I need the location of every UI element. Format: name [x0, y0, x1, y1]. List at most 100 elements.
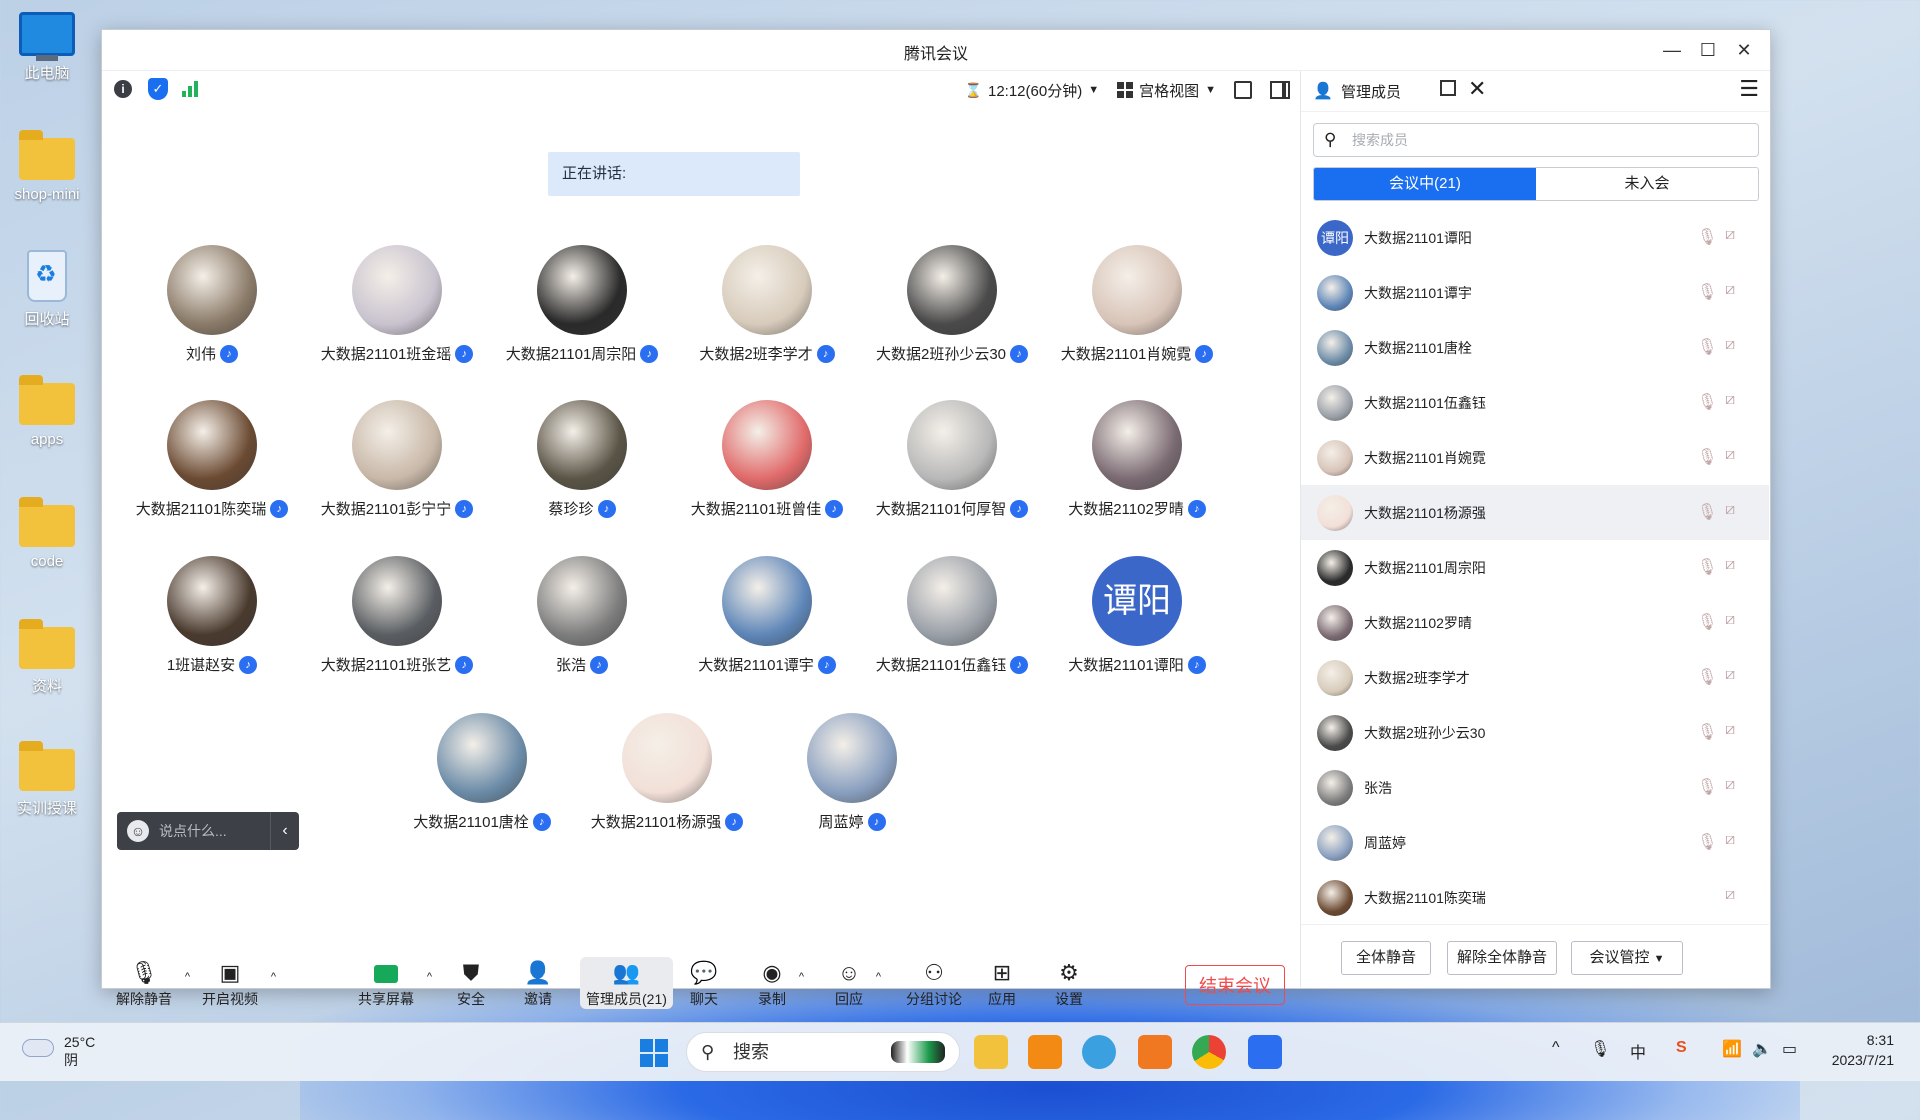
mic-muted-icon[interactable]: 🎙 [1697, 667, 1717, 687]
security-button[interactable]: ⛊ 安全 [457, 957, 485, 1009]
manage-members-button[interactable]: 👥 管理成员(21) [580, 957, 673, 1009]
participant-tile[interactable]: 大数据21101杨源强 ♪ [577, 713, 757, 832]
participant-tile[interactable]: 大数据21101彭宁宁 ♪ [307, 400, 487, 519]
mic-muted-icon[interactable]: 🎙 [1697, 227, 1717, 247]
participant-tile[interactable]: 张浩 ♪ [492, 556, 672, 675]
settings-button[interactable]: ⚙ 设置 [1055, 957, 1083, 1009]
title-bar[interactable]: 腾讯会议 — ☐ ✕ [102, 30, 1770, 71]
mic-muted-icon[interactable]: 🎙 [1697, 337, 1717, 357]
participant-tile[interactable]: 大数据21102罗晴 ♪ [1047, 400, 1227, 519]
signal-icon[interactable] [182, 81, 200, 97]
breakout-button[interactable]: ⚇ 分组讨论 [906, 957, 962, 1009]
participant-tile[interactable]: 大数据21101班金瑶 ♪ [307, 245, 487, 364]
desktop-icon-recycle-bin[interactable]: 回收站 [8, 250, 86, 329]
meeting-timer[interactable]: ⌛ 12:12(60分钟) ▼ [965, 80, 1100, 101]
info-icon[interactable]: i [114, 80, 132, 98]
desktop-icon-shop-mini[interactable]: shop-mini [8, 130, 86, 203]
emoji-icon[interactable]: ☺ [127, 820, 149, 842]
participant-tile[interactable]: 大数据21101何厚智 ♪ [862, 400, 1042, 519]
participant-tile[interactable]: 大数据21101肖婉霓 ♪ [1047, 245, 1227, 364]
end-meeting-button[interactable]: 结束会议 [1185, 965, 1285, 1005]
participant-tile[interactable]: 大数据2班李学才 ♪ [677, 245, 857, 364]
camera-off-icon[interactable]: ⧄ [1725, 776, 1735, 794]
participant-tile[interactable]: 大数据21101谭宇 ♪ [677, 556, 857, 675]
tab-in-meeting[interactable]: 会议中(21) [1314, 168, 1536, 200]
participant-tile[interactable]: 大数据21101伍鑫钰 ♪ [862, 556, 1042, 675]
member-row[interactable]: 大数据21101肖婉霓 🎙 ⧄ [1301, 430, 1769, 485]
desktop-icon-apps[interactable]: apps [8, 375, 86, 448]
camera-off-icon[interactable]: ⧄ [1725, 831, 1735, 849]
member-row[interactable]: 大数据21102罗晴 🎙 ⧄ [1301, 595, 1769, 650]
camera-off-icon[interactable]: ⧄ [1725, 666, 1735, 684]
camera-off-icon[interactable]: ⧄ [1725, 281, 1735, 299]
record-button[interactable]: ◉ 录制 ^ [758, 957, 804, 1009]
chat-placeholder[interactable]: 说点什么... [159, 821, 227, 841]
member-row[interactable]: 张浩 🎙 ⧄ [1301, 760, 1769, 815]
sogou-icon[interactable]: S [1676, 1039, 1687, 1057]
camera-off-icon[interactable]: ⧄ [1725, 446, 1735, 464]
participant-tile[interactable]: 大数据2班孙少云30 ♪ [862, 245, 1042, 364]
battery-icon[interactable]: ▭ [1782, 1039, 1797, 1059]
mic-muted-icon[interactable]: 🎙 [1697, 392, 1717, 412]
camera-off-icon[interactable]: ⧄ [1725, 721, 1735, 739]
unmute-button[interactable]: 🎙 解除静音 ^ [116, 957, 190, 1009]
app-orange-icon[interactable] [1138, 1035, 1172, 1069]
participant-tile[interactable]: 1班谌赵安 ♪ [122, 556, 302, 675]
camera-off-icon[interactable]: ⧄ [1725, 501, 1735, 519]
camera-off-icon[interactable]: ⧄ [1725, 556, 1735, 574]
app-globe-icon[interactable] [1082, 1035, 1116, 1069]
menu-icon[interactable]: ☰ [1739, 76, 1759, 102]
chevron-up-icon[interactable]: ^ [1552, 1039, 1560, 1057]
participant-tile[interactable]: 大数据21101周宗阳 ♪ [492, 245, 672, 364]
microphone-icon[interactable]: 🎙 [1590, 1039, 1610, 1059]
reactions-button[interactable]: ☺ 回应 ^ [835, 957, 881, 1009]
start-video-button[interactable]: ▣ 开启视频 ^ [202, 957, 276, 1009]
participant-tile[interactable]: 大数据21101陈奕瑞 ♪ [122, 400, 302, 519]
wifi-icon[interactable]: 📶 [1722, 1039, 1742, 1059]
member-row[interactable]: 谭阳 大数据21101谭阳 🎙 ⧄ [1301, 210, 1769, 265]
participant-tile[interactable]: 大数据21101班张艺 ♪ [307, 556, 487, 675]
fullscreen-icon[interactable] [1234, 81, 1252, 99]
mute-all-button[interactable]: 全体静音 [1341, 941, 1431, 975]
tab-not-joined[interactable]: 未入会 [1536, 168, 1758, 200]
close-panel-icon[interactable]: ✕ [1468, 76, 1486, 102]
file-explorer-icon[interactable] [974, 1035, 1008, 1069]
camera-off-icon[interactable]: ⧄ [1725, 391, 1735, 409]
volume-icon[interactable]: 🔈 [1752, 1039, 1772, 1059]
mic-muted-icon[interactable]: 🎙 [1697, 502, 1717, 522]
mic-muted-icon[interactable]: 🎙 [1697, 612, 1717, 632]
member-row[interactable]: 大数据21101唐栓 🎙 ⧄ [1301, 320, 1769, 375]
participant-tile[interactable]: 大数据21101唐栓 ♪ [392, 713, 572, 832]
desktop-icon-materials[interactable]: 资料 [8, 619, 86, 696]
ime-indicator[interactable]: 中 [1630, 1039, 1646, 1063]
member-row[interactable]: 大数据21101周宗阳 🎙 ⧄ [1301, 540, 1769, 595]
member-row[interactable]: 大数据2班孙少云30 🎙 ⧄ [1301, 705, 1769, 760]
member-search-input[interactable]: ⚲ 搜索成员 [1313, 123, 1759, 157]
participant-tile[interactable]: 刘伟 ♪ [122, 245, 302, 364]
toggle-sidebar-icon[interactable] [1270, 81, 1290, 99]
tencent-meeting-icon[interactable] [1248, 1035, 1282, 1069]
security-shield-icon[interactable]: ✓ [148, 78, 168, 100]
popout-icon[interactable] [1440, 80, 1456, 96]
desktop-icon-training[interactable]: 实训授课 [8, 741, 86, 818]
participant-tile[interactable]: 周蓝婷 ♪ [762, 713, 942, 832]
participant-tile[interactable]: 大数据21101班曾佳 ♪ [677, 400, 857, 519]
member-row[interactable]: 大数据21101伍鑫钰 🎙 ⧄ [1301, 375, 1769, 430]
minimize-button[interactable]: — [1654, 36, 1690, 64]
unmute-all-button[interactable]: 解除全体静音 [1447, 941, 1557, 975]
weather-widget[interactable]: 25°C 阴 [22, 1033, 95, 1069]
member-row[interactable]: 大数据21101陈奕瑞 ⧄ [1301, 870, 1769, 925]
share-screen-button[interactable]: 共享屏幕 ^ [358, 957, 432, 1009]
member-row[interactable]: 大数据21101谭宇 🎙 ⧄ [1301, 265, 1769, 320]
mic-muted-icon[interactable]: 🎙 [1697, 777, 1717, 797]
mic-muted-icon[interactable]: 🎙 [1697, 557, 1717, 577]
camera-off-icon[interactable]: ⧄ [1725, 336, 1735, 354]
quick-chat-box[interactable]: ☺ 说点什么... ‹ [117, 812, 299, 850]
invite-button[interactable]: 👤 邀请 [524, 957, 552, 1009]
desktop-icon-this-pc[interactable]: 此电脑 [8, 12, 86, 83]
maximize-button[interactable]: ☐ [1690, 36, 1726, 64]
participant-tile[interactable]: 蔡珍珍 ♪ [492, 400, 672, 519]
chat-button[interactable]: 💬 聊天 [690, 957, 718, 1009]
mic-muted-icon[interactable]: 🎙 [1697, 447, 1717, 467]
view-mode-dropdown[interactable]: 宫格视图 ▼ [1117, 80, 1216, 101]
